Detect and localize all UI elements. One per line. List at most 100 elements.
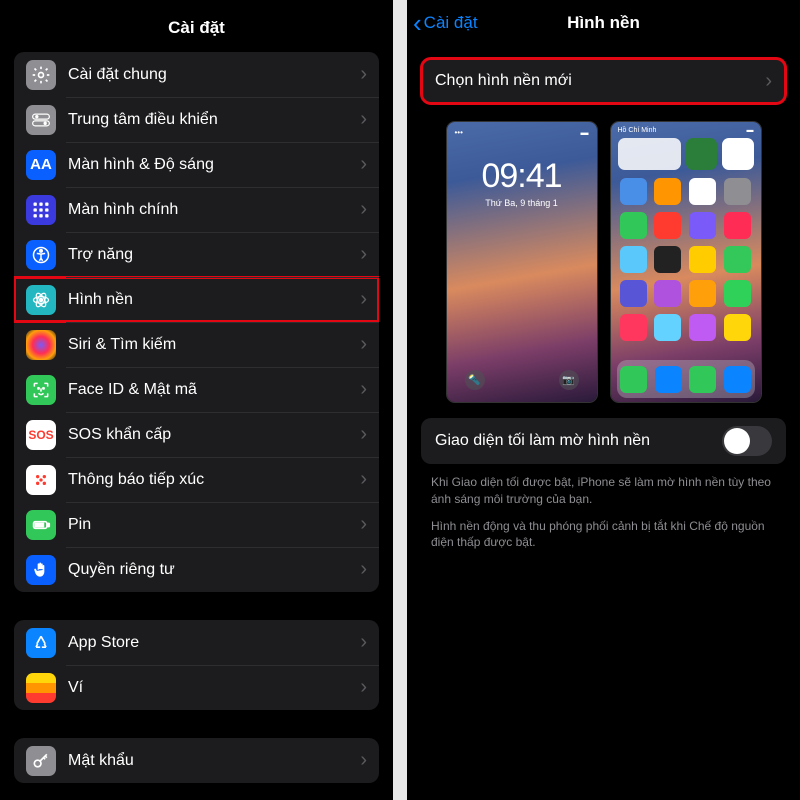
app-icon [620, 178, 647, 205]
row-display[interactable]: AA Màn hình & Độ sáng › [14, 142, 379, 187]
app-icon [724, 314, 751, 341]
status-bar: •••▬ [447, 122, 597, 137]
widget-large [618, 138, 681, 170]
app-icon [654, 212, 681, 239]
battery-icon [26, 510, 56, 540]
chevron-left-icon: ‹ [413, 10, 422, 36]
appstore-icon [26, 628, 56, 658]
wallpaper-previews: •••▬ 09:41 Thứ Ba, 9 tháng 1 🔦 📷 Hồ Chí … [421, 122, 786, 402]
app-icon [620, 280, 647, 307]
app-icon [689, 280, 716, 307]
app-icon [620, 246, 647, 273]
app-icon [689, 246, 716, 273]
widget-small [686, 138, 718, 170]
lock-controls: 🔦 📷 [447, 370, 597, 390]
row-label: Face ID & Mật mã [68, 381, 360, 399]
app-icon [689, 212, 716, 239]
key-icon [26, 746, 56, 776]
row-label: Pin [68, 516, 360, 534]
row-label: Mật khẩu [68, 752, 360, 770]
footer-text-1: Khi Giao diện tối được bật, iPhone sẽ là… [407, 464, 800, 508]
lock-screen-preview[interactable]: •••▬ 09:41 Thứ Ba, 9 tháng 1 🔦 📷 [447, 122, 597, 402]
row-label: Ví [68, 679, 360, 697]
chevron-right-icon: › [360, 631, 367, 654]
row-label: App Store [68, 634, 360, 652]
row-sos[interactable]: SOS SOS khẩn cấp › [14, 412, 379, 457]
chevron-right-icon: › [360, 558, 367, 581]
row-control-center[interactable]: Trung tâm điều khiển › [14, 97, 379, 142]
choose-label: Chọn hình nền mới [435, 72, 765, 90]
chevron-right-icon: › [360, 749, 367, 772]
row-label: Trợ năng [68, 246, 360, 264]
row-label: Màn hình & Độ sáng [68, 156, 360, 174]
toggles-icon [26, 105, 56, 135]
page-title: Cài đặt [0, 0, 393, 52]
settings-screen: Cài đặt Cài đặt chung › Trung tâm điều k… [0, 0, 393, 800]
page-title: Hình nền [567, 13, 640, 33]
settings-group-2: App Store › Ví › [14, 620, 379, 710]
status-bar: Hồ Chí Minh▬ [611, 122, 761, 134]
widget-row [611, 134, 761, 174]
lock-date: Thứ Ba, 9 tháng 1 [447, 198, 597, 208]
home-screen-preview[interactable]: Hồ Chí Minh▬ [611, 122, 761, 402]
accessibility-icon [26, 240, 56, 270]
dark-dim-switch[interactable] [722, 426, 772, 456]
chevron-right-icon: › [360, 333, 367, 356]
app-icon [724, 280, 751, 307]
chevron-right-icon: › [360, 423, 367, 446]
dock-app-icon [620, 366, 647, 393]
app-icon [620, 212, 647, 239]
app-icon [654, 314, 681, 341]
row-label: Thông báo tiếp xúc [68, 471, 360, 489]
chevron-right-icon: › [360, 468, 367, 491]
row-label: Siri & Tìm kiếm [68, 336, 360, 354]
app-grid [611, 174, 761, 345]
row-siri[interactable]: Siri & Tìm kiếm › [14, 322, 379, 367]
chevron-right-icon: › [360, 198, 367, 221]
row-wallet[interactable]: Ví › [14, 665, 379, 710]
exposure-icon [26, 465, 56, 495]
row-label: SOS khẩn cấp [68, 426, 360, 444]
row-home-screen[interactable]: Màn hình chính › [14, 187, 379, 232]
toggle-label: Giao diện tối làm mờ hình nền [435, 432, 722, 450]
widget-calendar [722, 138, 754, 170]
row-general[interactable]: Cài đặt chung › [14, 52, 379, 97]
back-label: Cài đặt [424, 13, 478, 33]
camera-icon: 📷 [559, 370, 579, 390]
row-passwords[interactable]: Mật khẩu › [14, 738, 379, 783]
app-icon [654, 178, 681, 205]
row-label: Trung tâm điều khiển [68, 111, 360, 129]
app-icon [654, 280, 681, 307]
chevron-right-icon: › [360, 676, 367, 699]
nav-bar: ‹ Cài đặt Hình nền [407, 0, 800, 48]
settings-group-1: Cài đặt chung › Trung tâm điều khiển › A… [14, 52, 379, 592]
settings-group-3: Mật khẩu › [14, 738, 379, 783]
grid-icon [26, 195, 56, 225]
wallpaper-screen: ‹ Cài đặt Hình nền Chọn hình nền mới › •… [407, 0, 800, 800]
app-icon [689, 178, 716, 205]
app-icon [689, 314, 716, 341]
chevron-right-icon: › [360, 153, 367, 176]
back-button[interactable]: ‹ Cài đặt [413, 10, 478, 36]
chevron-right-icon: › [360, 513, 367, 536]
choose-wallpaper-row[interactable]: Chọn hình nền mới › [421, 58, 786, 104]
lock-time: 09:41 [447, 157, 597, 196]
row-privacy[interactable]: Quyền riêng tư › [14, 547, 379, 592]
dock-app-icon [655, 366, 682, 393]
row-appstore[interactable]: App Store › [14, 620, 379, 665]
app-icon [654, 246, 681, 273]
row-accessibility[interactable]: Trợ năng › [14, 232, 379, 277]
footer-text-2: Hình nền động và thu phóng phối cảnh bị … [407, 508, 800, 552]
chevron-right-icon: › [765, 70, 772, 93]
dock-app-icon [689, 366, 716, 393]
row-label: Quyền riêng tư [68, 561, 360, 579]
chevron-right-icon: › [360, 378, 367, 401]
row-wallpaper[interactable]: Hình nền › [14, 277, 379, 322]
row-label: Cài đặt chung [68, 66, 360, 84]
chevron-right-icon: › [360, 108, 367, 131]
row-exposure[interactable]: Thông báo tiếp xúc › [14, 457, 379, 502]
row-faceid[interactable]: Face ID & Mật mã › [14, 367, 379, 412]
chevron-right-icon: › [360, 63, 367, 86]
row-label: Màn hình chính [68, 201, 360, 219]
row-battery[interactable]: Pin › [14, 502, 379, 547]
